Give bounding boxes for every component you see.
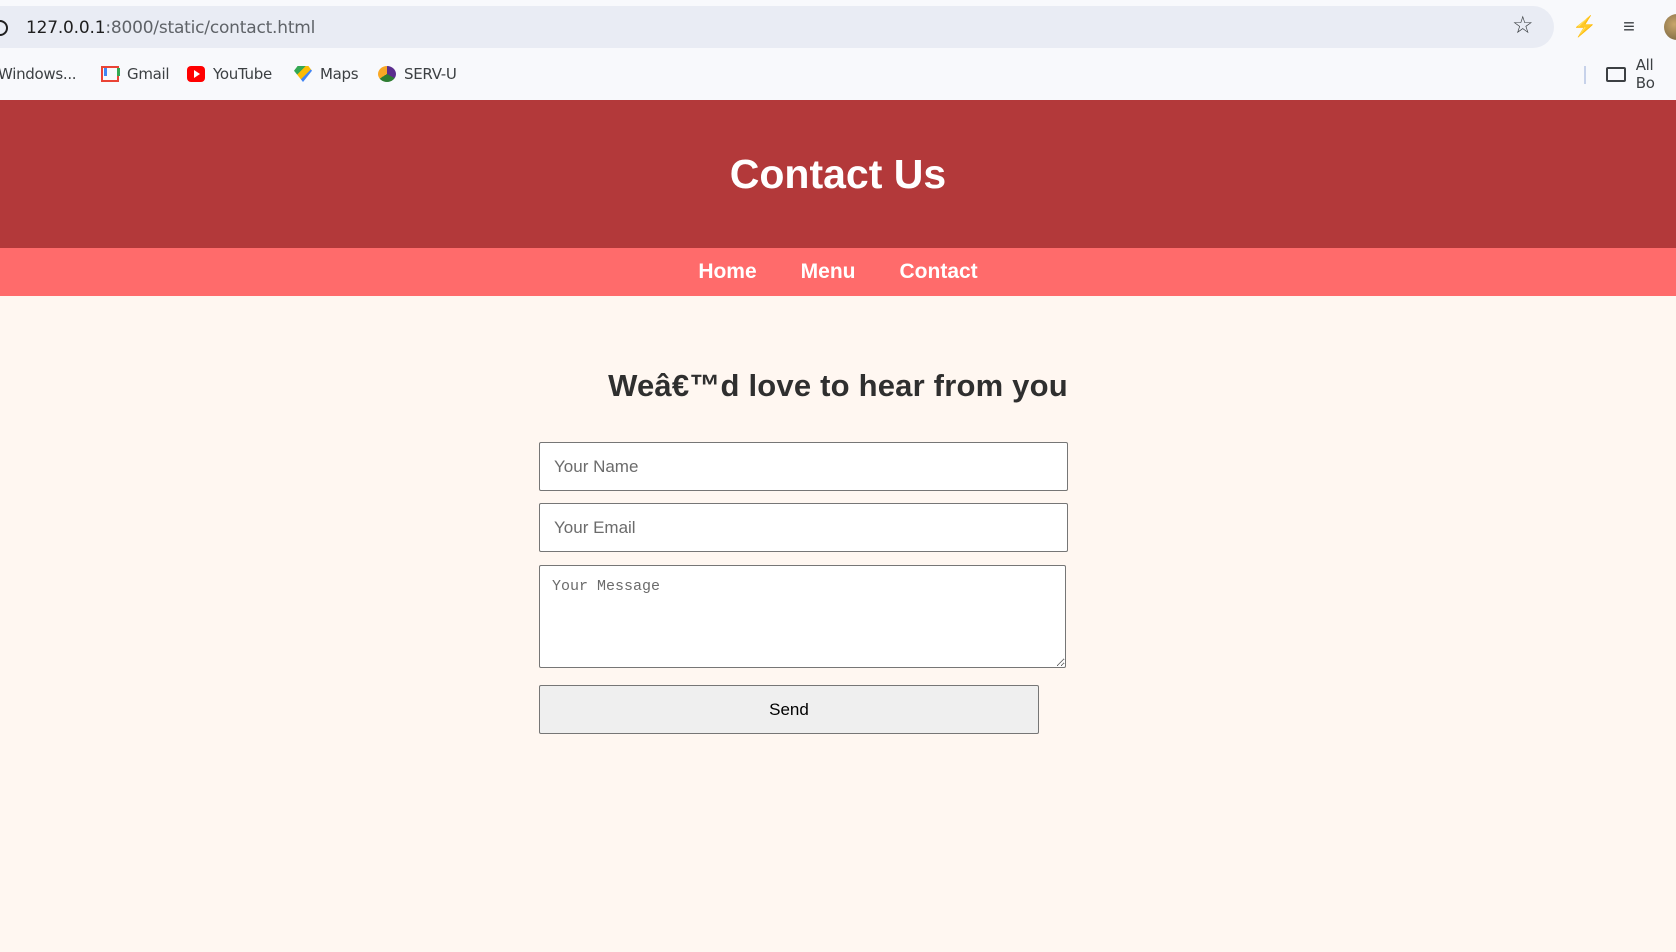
- contact-section: Weâ€™d love to hear from you Send: [0, 296, 1676, 762]
- bookmark-label: YouTube: [213, 65, 272, 83]
- bookmark-label: Maps: [320, 65, 359, 83]
- all-bookmarks-label: All Bo: [1635, 56, 1655, 92]
- name-input[interactable]: [539, 442, 1068, 491]
- profile-avatar[interactable]: [1664, 14, 1676, 40]
- folder-icon: [1606, 66, 1626, 82]
- gmail-icon: [101, 66, 120, 82]
- site-header: Contact Us: [0, 100, 1676, 248]
- bookmark-windows[interactable]: Windows...: [0, 60, 77, 88]
- send-button[interactable]: Send: [539, 685, 1039, 734]
- contact-form: Send: [0, 442, 1676, 762]
- bookmarks-divider: [1584, 66, 1586, 84]
- performance-icon[interactable]: ⚡: [1572, 16, 1597, 38]
- bookmark-star-icon[interactable]: ☆: [1512, 14, 1534, 38]
- page-title: Contact Us: [729, 150, 947, 197]
- media-controls-icon[interactable]: ≡: [1618, 16, 1640, 38]
- bookmark-gmail[interactable]: Gmail: [101, 60, 170, 88]
- maps-icon: [294, 66, 312, 82]
- url-host: 127.0.0.1: [26, 18, 106, 38]
- browser-chrome: 127.0.0.1:8000/static/contact.html ☆ ⚡ ≡…: [0, 0, 1676, 100]
- bookmark-label: Windows...: [0, 65, 77, 83]
- nav-menu-link[interactable]: Menu: [801, 260, 856, 284]
- email-input[interactable]: [539, 503, 1068, 552]
- contact-heading: Weâ€™d love to hear from you: [608, 368, 1068, 403]
- all-bookmarks-button[interactable]: All Bo: [1606, 56, 1676, 92]
- nav-home-link[interactable]: Home: [698, 260, 756, 284]
- main-nav: Home Menu Contact: [0, 248, 1676, 296]
- serv-u-icon: [378, 66, 396, 82]
- bookmark-serv-u[interactable]: SERV-U: [378, 60, 457, 88]
- bookmark-youtube[interactable]: YouTube: [187, 60, 272, 88]
- bookmarks-bar: Windows... Gmail YouTube Maps SERV-U All…: [0, 56, 1676, 92]
- bookmark-label: Gmail: [127, 65, 170, 83]
- nav-contact-link[interactable]: Contact: [900, 260, 978, 284]
- youtube-icon: [187, 66, 205, 82]
- bookmark-maps[interactable]: Maps: [294, 60, 359, 88]
- page: Contact Us Home Menu Contact Weâ€™d love…: [0, 100, 1676, 952]
- url-path: :8000/static/contact.html: [105, 18, 316, 38]
- url-text[interactable]: 127.0.0.1:8000/static/contact.html: [26, 18, 315, 38]
- bookmark-label: SERV-U: [404, 65, 457, 83]
- message-textarea[interactable]: [539, 565, 1066, 668]
